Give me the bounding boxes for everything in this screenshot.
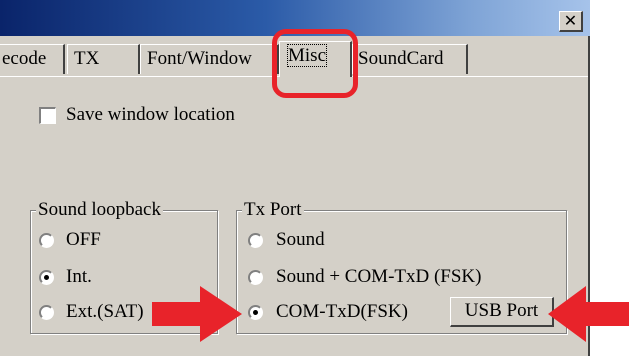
arrow-left-icon: [548, 286, 629, 342]
sound-loopback-title: Sound loopback: [36, 199, 163, 221]
loopback-off-radio[interactable]: [39, 233, 54, 248]
tab-soundcard[interactable]: SoundCard: [352, 44, 468, 74]
tab-font-window[interactable]: Font/Window: [140, 44, 279, 74]
loopback-ext-sat-label: Ext.(SAT): [66, 301, 144, 322]
loopback-ext-sat-radio[interactable]: [39, 305, 54, 320]
loopback-off-label: OFF: [66, 229, 101, 250]
tx-sound-label: Sound: [276, 229, 325, 250]
arrow-right-icon: [152, 286, 242, 342]
tx-sound-com-txd-label: Sound + COM-TxD (FSK): [276, 266, 482, 287]
tab-tx[interactable]: TX: [67, 44, 140, 74]
tx-sound-com-txd-radio[interactable]: [248, 270, 263, 285]
loopback-int-label: Int.: [66, 266, 92, 287]
save-window-location-label: Save window location: [66, 104, 235, 125]
misc-tab-highlight: [272, 29, 358, 98]
tx-com-txd-radio[interactable]: [248, 305, 263, 320]
loopback-int-radio[interactable]: [39, 270, 54, 285]
tx-sound-radio[interactable]: [248, 233, 263, 248]
tx-port-title: Tx Port: [242, 199, 304, 221]
close-icon: ✕: [563, 11, 578, 30]
tab-decode[interactable]: ecode: [0, 44, 65, 74]
close-button[interactable]: ✕: [559, 11, 583, 32]
usb-port-button[interactable]: USB Port: [450, 297, 554, 327]
save-window-location-checkbox[interactable]: [39, 107, 56, 124]
tx-com-txd-label: COM-TxD(FSK): [276, 301, 408, 322]
